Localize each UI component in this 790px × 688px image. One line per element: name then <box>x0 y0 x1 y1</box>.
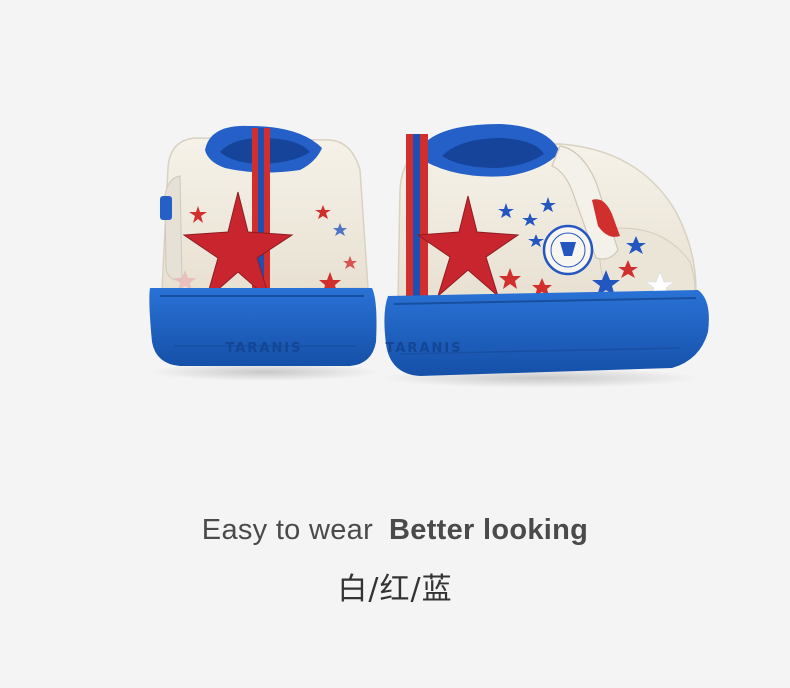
shoe-pair-image: TARANIS TARANIS <box>149 124 709 388</box>
left-shoe: TARANIS <box>149 125 377 366</box>
right-sole-brand-text: TARANIS <box>385 341 462 356</box>
right-shoe: TARANIS <box>384 124 709 376</box>
left-sole-brand-text: TARANIS <box>225 341 302 356</box>
color-options-text: 白/红/蓝 <box>337 572 453 607</box>
product-photo: TARANIS TARANIS <box>0 0 790 500</box>
tagline-easy-to-wear: Easy to wear <box>201 514 374 546</box>
tagline: Easy to wear Better looking <box>0 514 790 547</box>
tagline-better-looking: Better looking <box>389 514 589 546</box>
